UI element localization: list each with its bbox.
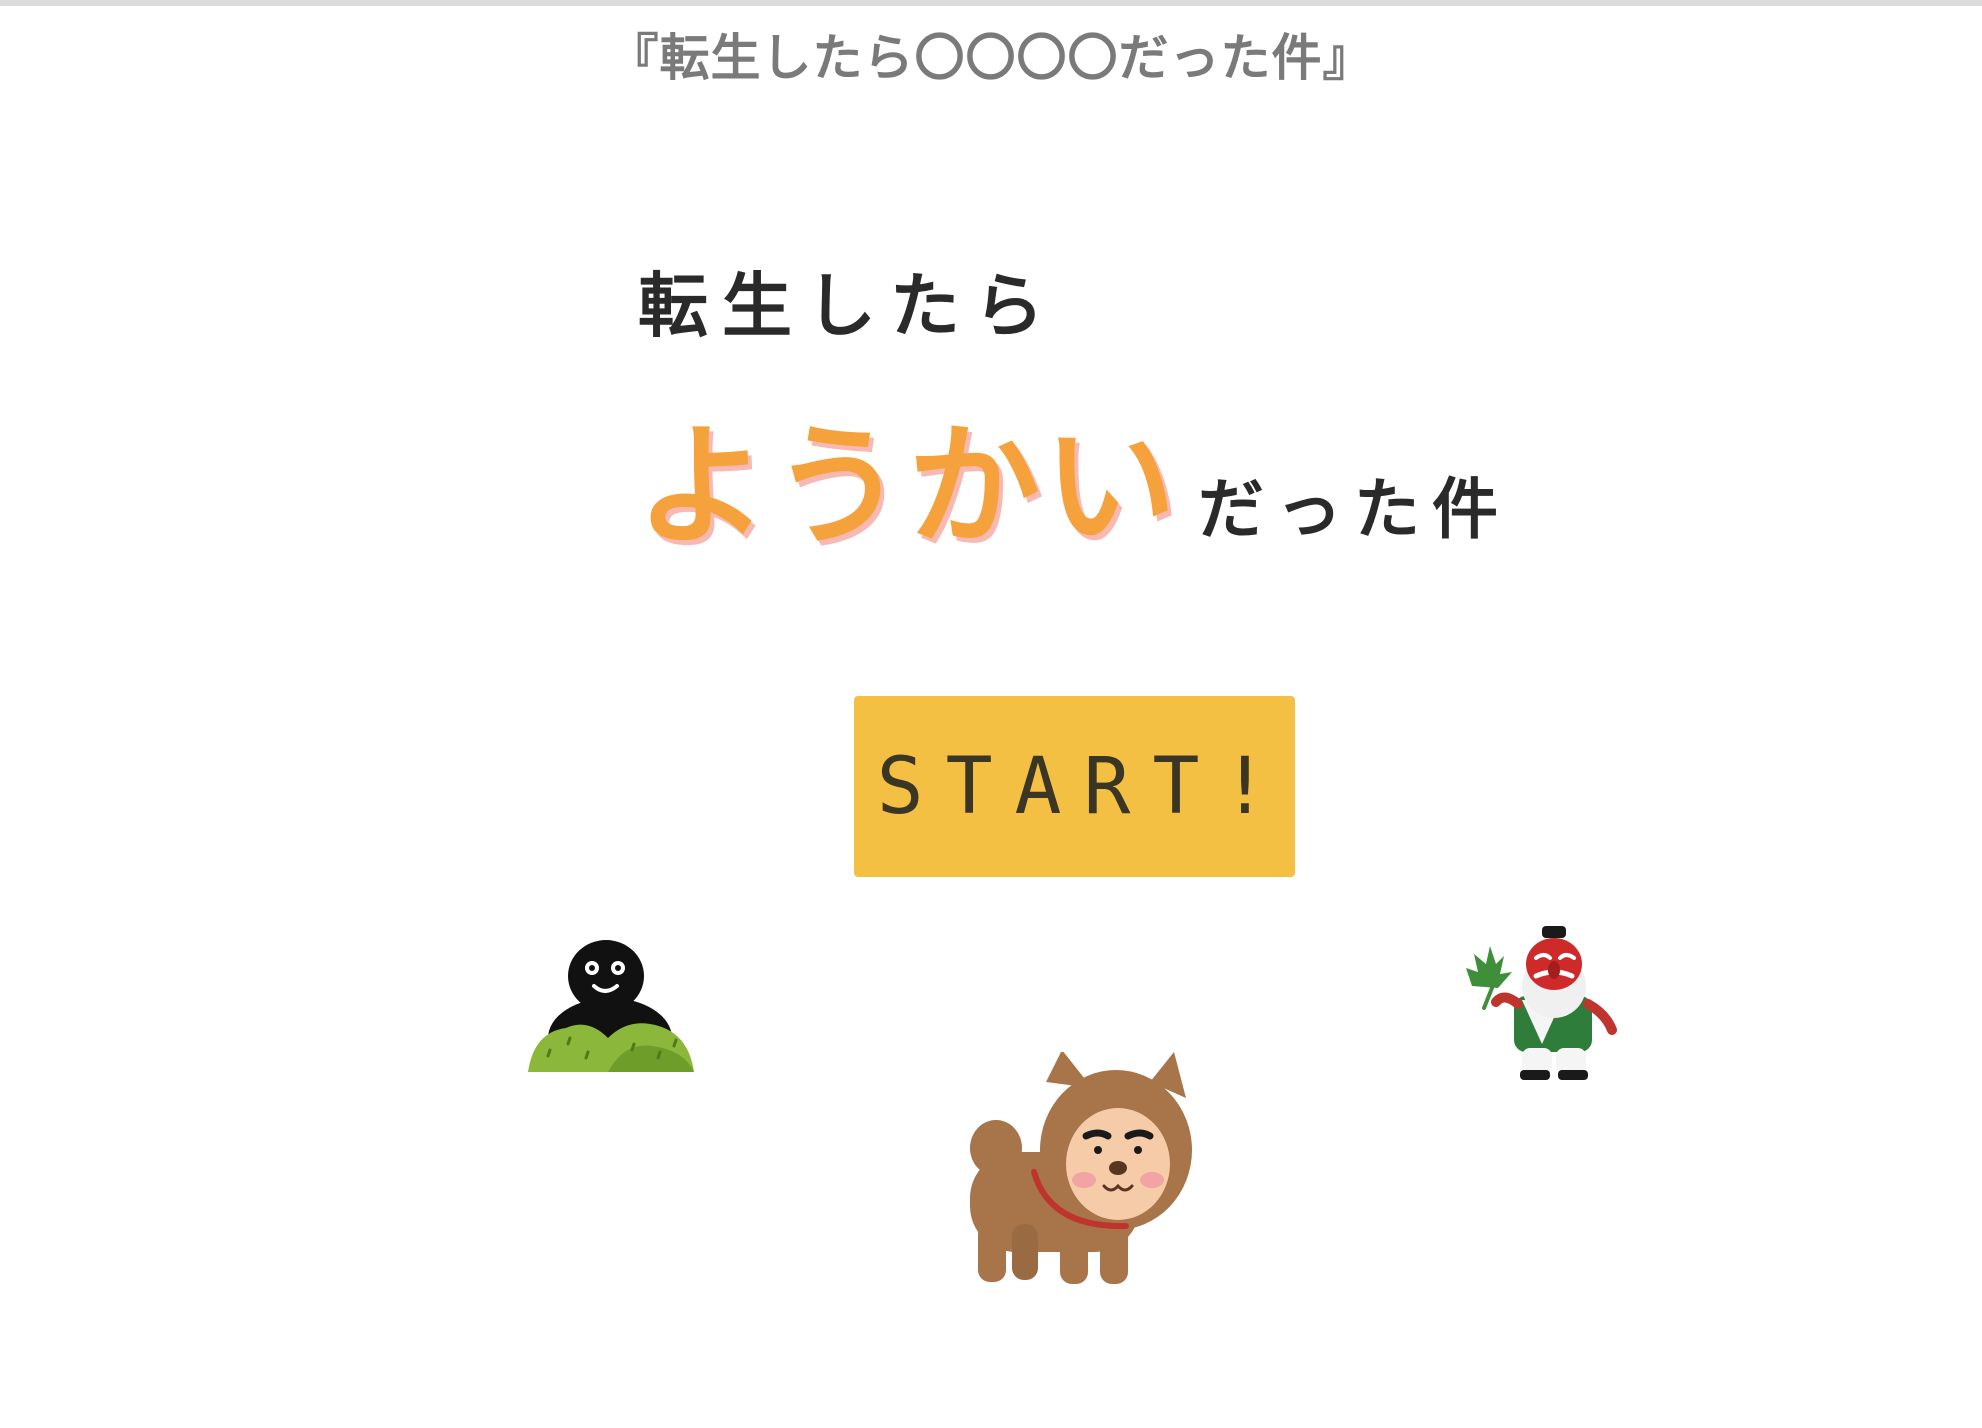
jinmenken-icon xyxy=(970,1052,1192,1284)
game-title-highlight: ようかい xyxy=(636,410,1180,564)
game-title-suffix: だった件 xyxy=(1198,471,1510,548)
start-button-label: START! xyxy=(876,741,1291,832)
tengu-icon xyxy=(1466,926,1617,1080)
page-header: 『転生したら〇〇〇〇だった件』 xyxy=(608,29,1374,87)
title-screen: 『転生したら〇〇〇〇だった件』 転生したら ようかい だった件 START! xyxy=(0,0,1982,1428)
game-title-line2: ようかい だった件 xyxy=(636,380,1510,571)
shadow-yokai-icon xyxy=(528,940,694,1072)
start-button[interactable]: START! xyxy=(854,696,1295,877)
game-title-line1: 転生したら xyxy=(638,265,1058,347)
top-border xyxy=(0,0,1982,6)
